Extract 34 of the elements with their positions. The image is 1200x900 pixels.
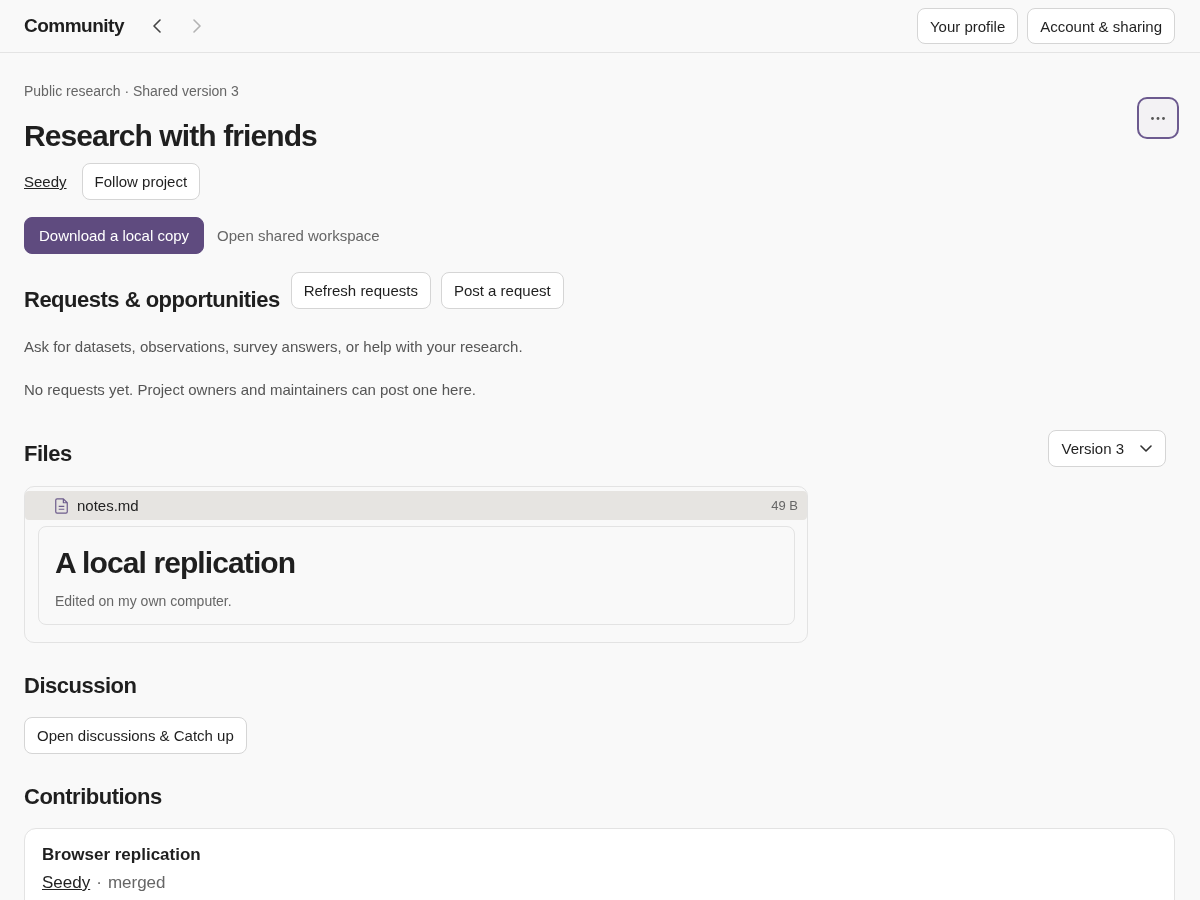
file-name: notes.md <box>77 497 139 514</box>
file-header[interactable]: notes.md 49 B <box>25 491 807 520</box>
preview-text: Edited on my own computer. <box>55 592 233 611</box>
section-heading: Requests & opportunities <box>24 286 280 314</box>
profile-button[interactable]: Your profile <box>916 8 1019 44</box>
description-text: Ask for datasets, observations, survey answers, or help with your research. <box>24 337 524 357</box>
more-button[interactable] <box>1137 97 1179 139</box>
document-icon <box>55 497 68 514</box>
chevron-down-icon <box>1140 444 1152 453</box>
download-button[interactable]: Download a local copy <box>24 217 205 254</box>
section-heading: Contributions <box>24 783 163 811</box>
empty-message: No requests yet. Project owners and maintainers can post one here. <box>24 380 477 400</box>
account-sharing-button[interactable]: Account & sharing <box>1027 8 1175 44</box>
section-heading: Files <box>24 440 72 468</box>
chevron-left-icon <box>153 19 161 33</box>
discussions-button[interactable]: Open discussions & Catch up <box>24 717 247 754</box>
more-icon <box>1151 116 1165 120</box>
separator-dot: · <box>96 872 102 894</box>
version-dropdown[interactable]: Version 3 <box>1048 430 1166 467</box>
refresh-button[interactable]: Refresh requests <box>290 272 431 309</box>
preview-heading: A local replication <box>55 545 297 581</box>
breadcrumb-text: Public research · Shared version 3 <box>24 82 240 101</box>
contribution-title: Browser replication <box>42 844 202 866</box>
author-link[interactable]: Seedy <box>42 871 91 895</box>
file-size: 49 B <box>771 498 798 513</box>
app-title: Community <box>24 15 124 37</box>
owner-link[interactable]: Seedy <box>24 173 67 190</box>
chevron-right-icon <box>193 19 201 33</box>
post-request-button[interactable]: Post a request <box>440 272 564 309</box>
contribution-status: merged <box>107 872 166 894</box>
workspace-link[interactable]: Open shared workspace <box>217 227 380 244</box>
section-heading: Discussion <box>24 672 138 700</box>
page-title: Research with friends <box>24 118 317 154</box>
follow-button[interactable]: Follow project <box>81 163 201 200</box>
